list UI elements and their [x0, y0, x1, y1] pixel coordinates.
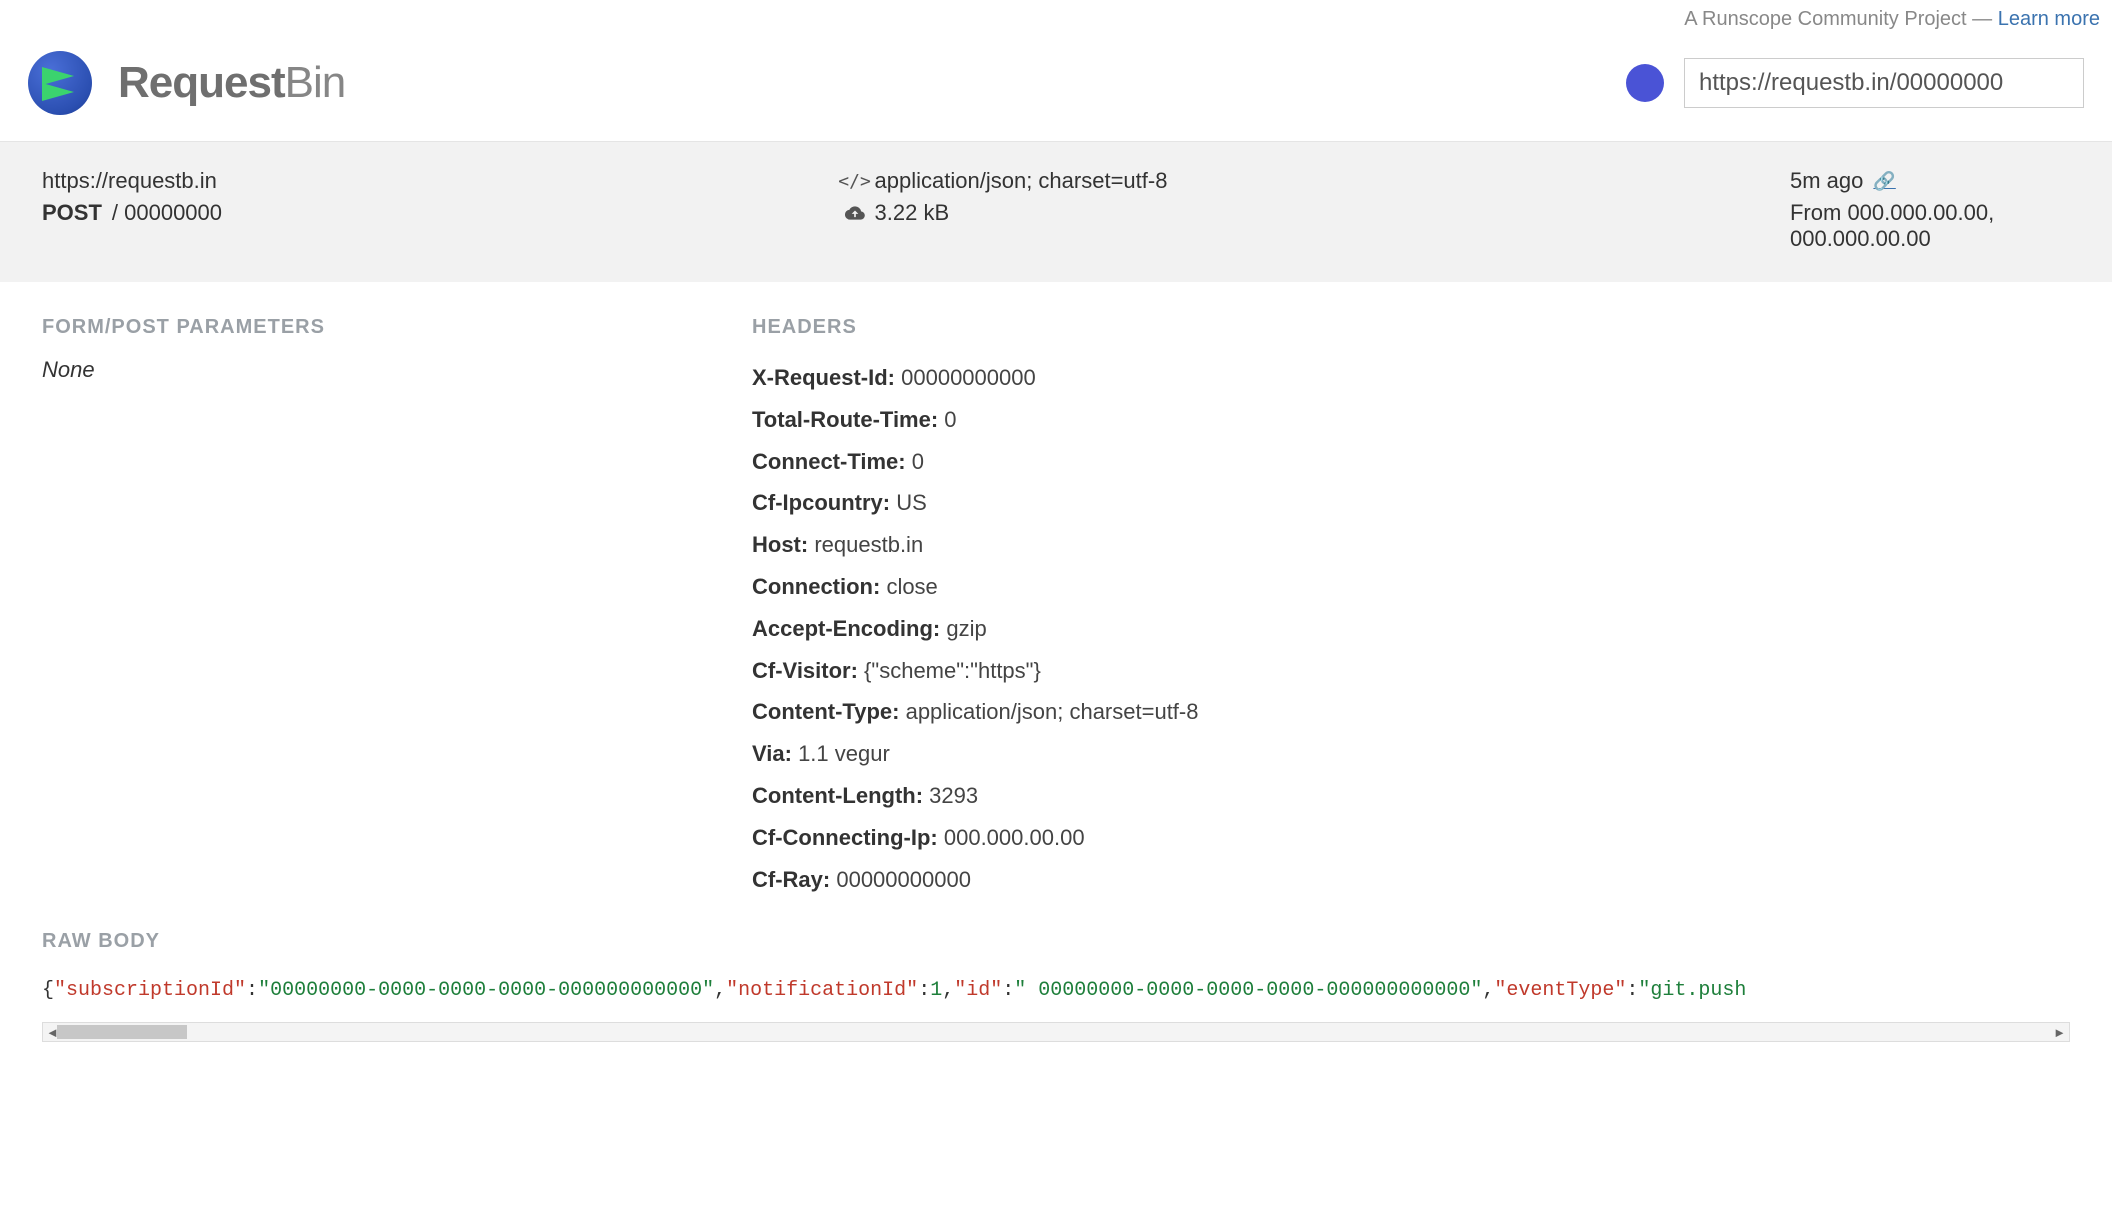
form-params-title: FORM/POST PARAMETERS	[42, 316, 722, 339]
brand: RequestBin	[28, 51, 345, 115]
learn-more-link[interactable]: Learn more	[1998, 8, 2100, 30]
header-key: Total-Route-Time:	[752, 407, 944, 432]
raw-token: 1	[930, 979, 942, 1002]
code-icon: </>	[845, 171, 865, 191]
header-key: Cf-Ray:	[752, 867, 836, 892]
summary-content-type: application/json; charset=utf-8	[875, 168, 1168, 194]
header-key: X-Request-Id:	[752, 365, 901, 390]
topbar: A Runscope Community Project — Learn mor…	[0, 0, 2112, 31]
header: RequestBin	[0, 31, 2112, 142]
brand-title: RequestBin	[118, 58, 345, 108]
brand-light: Bin	[285, 58, 346, 107]
header-row: Cf-Ipcountry: US	[752, 482, 2070, 524]
headers-section: HEADERS X-Request-Id: 00000000000Total-R…	[752, 316, 2070, 900]
header-key: Host:	[752, 532, 814, 557]
header-row: X-Request-Id: 00000000000	[752, 357, 2070, 399]
brand-bold: Request	[118, 58, 285, 107]
header-row: Total-Route-Time: 0	[752, 399, 2070, 441]
header-value: 00000000000	[836, 867, 971, 892]
headers-title: HEADERS	[752, 316, 2070, 339]
raw-token: :	[918, 979, 930, 1002]
header-key: Via:	[752, 741, 798, 766]
header-value: close	[886, 574, 937, 599]
header-row: Cf-Visitor: {"scheme":"https"}	[752, 650, 2070, 692]
header-value: 00000000000	[901, 365, 1036, 390]
cloud-upload-icon	[845, 203, 865, 223]
raw-token: :	[1002, 979, 1014, 1002]
scroll-thumb[interactable]	[57, 1025, 187, 1039]
header-row: Content-Length: 3293	[752, 775, 2070, 817]
summary-method: POST	[42, 200, 102, 226]
topbar-text: A Runscope Community Project —	[1684, 8, 1997, 30]
raw-token: " 00000000-0000-0000-0000-000000000000"	[1014, 979, 1482, 1002]
summary-time: 5m ago	[1790, 168, 1863, 194]
header-row: Via: 1.1 vegur	[752, 733, 2070, 775]
header-row: Cf-Connecting-Ip: 000.000.00.00	[752, 817, 2070, 859]
raw-token: {	[42, 979, 54, 1002]
raw-token: ,	[1482, 979, 1494, 1002]
raw-token: "00000000-0000-0000-0000-000000000000"	[258, 979, 714, 1002]
url-group	[1626, 58, 2084, 108]
summary-host: https://requestb.in	[42, 168, 217, 194]
header-value: requestb.in	[814, 532, 923, 557]
permalink-icon[interactable]: 🔗	[1873, 171, 1895, 192]
summary-path: / 00000000	[112, 200, 222, 226]
bin-url-input[interactable]	[1684, 58, 2084, 108]
header-row: Connect-Time: 0	[752, 441, 2070, 483]
header-value: 000.000.00.00	[944, 825, 1085, 850]
summary-right: 5m ago 🔗 From 000.000.00.00, 000.000.00.…	[1790, 168, 2070, 252]
raw-token: "notificationId"	[726, 979, 918, 1002]
raw-token: :	[1626, 979, 1638, 1002]
summary-mid: </> application/json; charset=utf-8 3.22…	[845, 168, 1168, 252]
header-value: 0	[944, 407, 956, 432]
status-dot-icon	[1626, 64, 1664, 102]
horizontal-scrollbar[interactable]: ◄ ►	[42, 1022, 2070, 1042]
raw-token: "subscriptionId"	[54, 979, 246, 1002]
form-params-section: FORM/POST PARAMETERS None	[42, 316, 722, 900]
summary-size: 3.22 kB	[875, 200, 950, 226]
header-key: Cf-Ipcountry:	[752, 490, 896, 515]
header-value: 1.1 vegur	[798, 741, 890, 766]
header-value: application/json; charset=utf-8	[906, 699, 1199, 724]
raw-body-section: RAW BODY {"subscriptionId":"00000000-000…	[0, 920, 2112, 1016]
header-key: Content-Type:	[752, 699, 906, 724]
logo-icon	[28, 51, 92, 115]
header-key: Cf-Connecting-Ip:	[752, 825, 944, 850]
header-key: Content-Length:	[752, 783, 929, 808]
raw-token: :	[246, 979, 258, 1002]
header-value: {"scheme":"https"}	[864, 658, 1041, 683]
summary-left: https://requestb.in POST / 00000000	[42, 168, 222, 252]
header-row: Connection: close	[752, 566, 2070, 608]
details: FORM/POST PARAMETERS None HEADERS X-Requ…	[0, 282, 2112, 920]
header-key: Connect-Time:	[752, 449, 912, 474]
summary-from-label: From	[1790, 200, 1847, 225]
raw-token: "git.push	[1638, 979, 1746, 1002]
header-value: 3293	[929, 783, 978, 808]
header-value: gzip	[946, 616, 986, 641]
header-key: Accept-Encoding:	[752, 616, 946, 641]
raw-token: "eventType"	[1494, 979, 1626, 1002]
header-key: Connection:	[752, 574, 886, 599]
header-value: US	[896, 490, 927, 515]
raw-token: ,	[714, 979, 726, 1002]
raw-body-title: RAW BODY	[42, 930, 2070, 953]
form-params-none: None	[42, 357, 722, 383]
raw-body-content[interactable]: {"subscriptionId":"00000000-0000-0000-00…	[42, 971, 2070, 1006]
header-key: Cf-Visitor:	[752, 658, 864, 683]
scroll-right-arrow-icon[interactable]: ►	[2053, 1025, 2066, 1040]
raw-token: ,	[942, 979, 954, 1002]
header-value: 0	[912, 449, 924, 474]
headers-list: X-Request-Id: 00000000000Total-Route-Tim…	[752, 357, 2070, 900]
header-row: Content-Type: application/json; charset=…	[752, 691, 2070, 733]
header-row: Cf-Ray: 00000000000	[752, 859, 2070, 901]
request-summary: https://requestb.in POST / 00000000 </> …	[0, 142, 2112, 282]
header-row: Accept-Encoding: gzip	[752, 608, 2070, 650]
header-row: Host: requestb.in	[752, 524, 2070, 566]
raw-token: "id"	[954, 979, 1002, 1002]
